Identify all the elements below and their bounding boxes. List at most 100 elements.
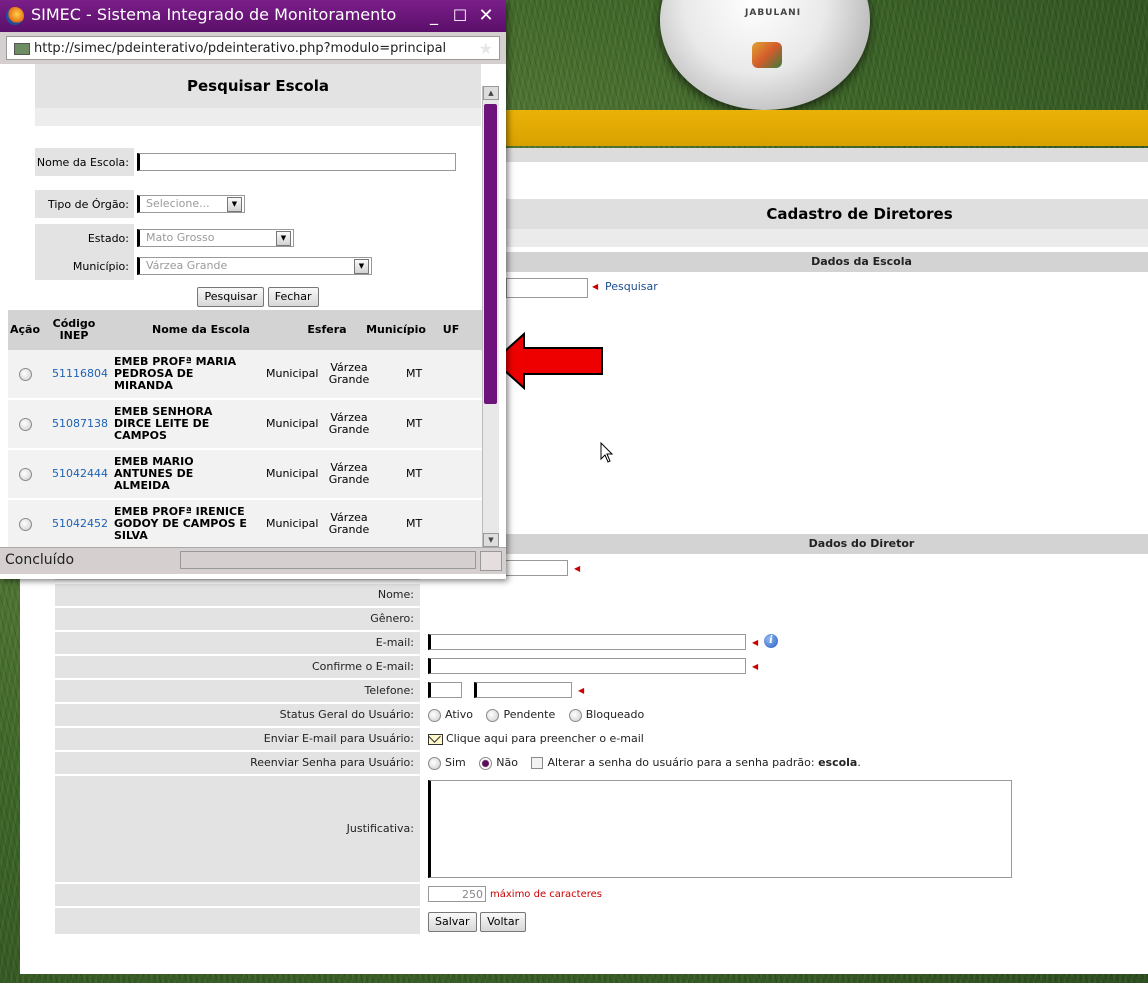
codigo-inep[interactable]: 51116804 xyxy=(52,350,108,398)
codigo-inep[interactable]: 51042452 xyxy=(52,500,108,547)
url-text: http://simec/pdeinterativo/pdeinterativo… xyxy=(34,41,447,56)
table-row[interactable]: 51042444 EMEB MARIO ANTUNES DE ALMEIDA M… xyxy=(8,450,482,500)
school-code-input[interactable] xyxy=(506,278,588,298)
fechar-button[interactable]: Fechar xyxy=(267,287,319,307)
col-acao: Ação xyxy=(9,323,40,336)
maximize-icon[interactable]: ☐ xyxy=(450,6,470,26)
table-row[interactable]: 51116804 EMEB PROFª MARIA PEDROSA DE MIR… xyxy=(8,350,482,400)
salvar-button[interactable]: Salvar xyxy=(428,912,477,932)
alterar-senha-option[interactable]: Alterar a senha do usuário para a senha … xyxy=(531,756,861,769)
select-school-radio[interactable] xyxy=(19,517,32,531)
firefox-icon xyxy=(6,7,24,25)
chevron-down-icon: ▼ xyxy=(276,231,291,246)
buttons-value: Salvar Voltar xyxy=(422,908,1148,934)
tipo-orgao-select[interactable]: Selecione... ▼ xyxy=(137,195,245,213)
form-row-genero: Gênero: xyxy=(55,608,1148,630)
status-text: Concluído xyxy=(5,552,75,568)
reenviar-label: Reenviar Senha para Usuário: xyxy=(55,752,420,774)
radio-nao[interactable] xyxy=(479,756,493,770)
link-text: Clique aqui para preencher o e-mail xyxy=(446,732,644,745)
radio-pendente[interactable] xyxy=(486,708,500,722)
status-panel xyxy=(180,551,476,569)
resize-grip-icon[interactable] xyxy=(480,551,502,571)
search-sub-row xyxy=(35,108,481,126)
genero-label: Gênero: xyxy=(55,608,420,630)
telefone-ddd-input[interactable] xyxy=(428,682,462,698)
uf: MT xyxy=(406,517,423,530)
email-input[interactable] xyxy=(428,634,746,650)
enviar-email-link[interactable]: Clique aqui para preencher o e-mail xyxy=(428,732,644,745)
field-municipio: Município: Várzea Grande ▼ xyxy=(35,252,481,280)
scroll-up-icon[interactable]: ▲ xyxy=(483,86,499,100)
form-row-buttons: Salvar Voltar xyxy=(55,908,1148,934)
reenviar-value: Sim Não Alterar a senha do usuário para … xyxy=(422,752,1148,774)
esfera: Municipal xyxy=(266,367,319,380)
chevron-down-icon: ▼ xyxy=(354,259,369,274)
select-school-radio[interactable] xyxy=(19,467,32,481)
form-row-char-count: 250 máximo de caracteres xyxy=(55,884,1148,906)
close-icon[interactable]: ✕ xyxy=(476,6,496,26)
bookmark-star-icon[interactable]: ★ xyxy=(479,39,493,58)
popup-titlebar[interactable]: SIMEC - Sistema Integrado de Monitoramen… xyxy=(0,0,506,32)
justificativa-textarea[interactable] xyxy=(428,780,1012,878)
pesquisar-link[interactable]: Pesquisar xyxy=(605,280,658,293)
site-icon xyxy=(14,43,30,55)
red-arrow-annotation xyxy=(492,332,603,390)
voltar-button[interactable]: Voltar xyxy=(480,912,527,932)
select-school-radio[interactable] xyxy=(19,367,32,381)
enviar-email-label: Enviar E-mail para Usuário: xyxy=(55,728,420,750)
alterar-senha-checkbox[interactable] xyxy=(531,757,544,769)
confirm-email-label: Confirme o E-mail: xyxy=(55,656,420,678)
info-icon[interactable]: i xyxy=(764,634,778,648)
uf: MT xyxy=(406,367,423,380)
nome-escola-input[interactable] xyxy=(137,153,456,171)
mouse-cursor-icon xyxy=(600,442,614,463)
radio-ativo[interactable] xyxy=(428,708,441,722)
required-marker: ◀ xyxy=(592,282,599,291)
telefone-number-input[interactable] xyxy=(474,682,572,698)
radio-bloqueado[interactable] xyxy=(568,708,582,722)
telefone-value: ◀ xyxy=(422,680,1148,702)
world-cup-logo xyxy=(752,42,782,68)
address-bar: http://simec/pdeinterativo/pdeinterativo… xyxy=(0,32,506,64)
col-esfera: Esfera xyxy=(307,323,347,336)
reenviar-sim-option[interactable]: Sim xyxy=(428,756,466,770)
option-label: Bloqueado xyxy=(585,708,645,721)
reenviar-nao-option[interactable]: Não xyxy=(479,756,518,770)
municipio-select[interactable]: Várzea Grande ▼ xyxy=(137,257,372,275)
status-bloqueado-option[interactable]: Bloqueado xyxy=(568,708,645,722)
codigo-inep[interactable]: 51042444 xyxy=(52,450,108,498)
pesquisar-button[interactable]: Pesquisar xyxy=(197,287,265,307)
scrollbar-thumb[interactable] xyxy=(484,104,497,404)
table-row[interactable]: 51042452 EMEB PROFª IRENICE GODOY DE CAM… xyxy=(8,500,482,547)
status-ativo-option[interactable]: Ativo xyxy=(428,708,473,722)
results-header: Ação Código INEP Nome da Escola Esfera M… xyxy=(8,310,482,350)
url-field[interactable]: http://simec/pdeinterativo/pdeinterativo… xyxy=(6,36,500,60)
envelope-icon xyxy=(428,733,443,745)
option-label: Ativo xyxy=(445,708,473,721)
selected-value: Selecione... xyxy=(146,197,210,210)
selected-value: Várzea Grande xyxy=(146,259,228,272)
codigo-inep[interactable]: 51087138 xyxy=(52,400,108,448)
popup-window: SIMEC - Sistema Integrado de Monitoramen… xyxy=(0,0,506,579)
popup-scrollbar[interactable]: ▲ ▼ xyxy=(482,86,499,547)
col-nome: Nome da Escola xyxy=(152,323,250,336)
confirm-email-input[interactable] xyxy=(428,658,746,674)
radio-sim[interactable] xyxy=(428,756,441,770)
estado-select[interactable]: Mato Grosso ▼ xyxy=(137,229,294,247)
form-row-email: E-mail: ◀ i xyxy=(55,632,1148,654)
status-pendente-option[interactable]: Pendente xyxy=(486,708,555,722)
scroll-down-icon[interactable]: ▼ xyxy=(483,533,499,547)
municipio-label: Município: xyxy=(35,252,134,280)
form-row-nome: Nome: xyxy=(55,584,1148,606)
form-row-telefone: Telefone: ◀ xyxy=(55,680,1148,702)
char-count-value: 250 máximo de caracteres xyxy=(422,884,1148,906)
col-municipio: Município xyxy=(366,323,426,336)
nome-escola: EMEB PROFª IRENICE GODOY DE CAMPOS E SIL… xyxy=(114,505,247,542)
window-title: SIMEC - Sistema Integrado de Monitoramen… xyxy=(31,5,397,24)
field-nome-escola: Nome da Escola: xyxy=(35,148,481,176)
select-school-radio[interactable] xyxy=(19,417,32,431)
esfera: Municipal xyxy=(266,467,319,480)
table-row[interactable]: 51087138 EMEB SENHORA DIRCE LEITE DE CAM… xyxy=(8,400,482,450)
minimize-icon[interactable]: _ xyxy=(424,6,444,26)
